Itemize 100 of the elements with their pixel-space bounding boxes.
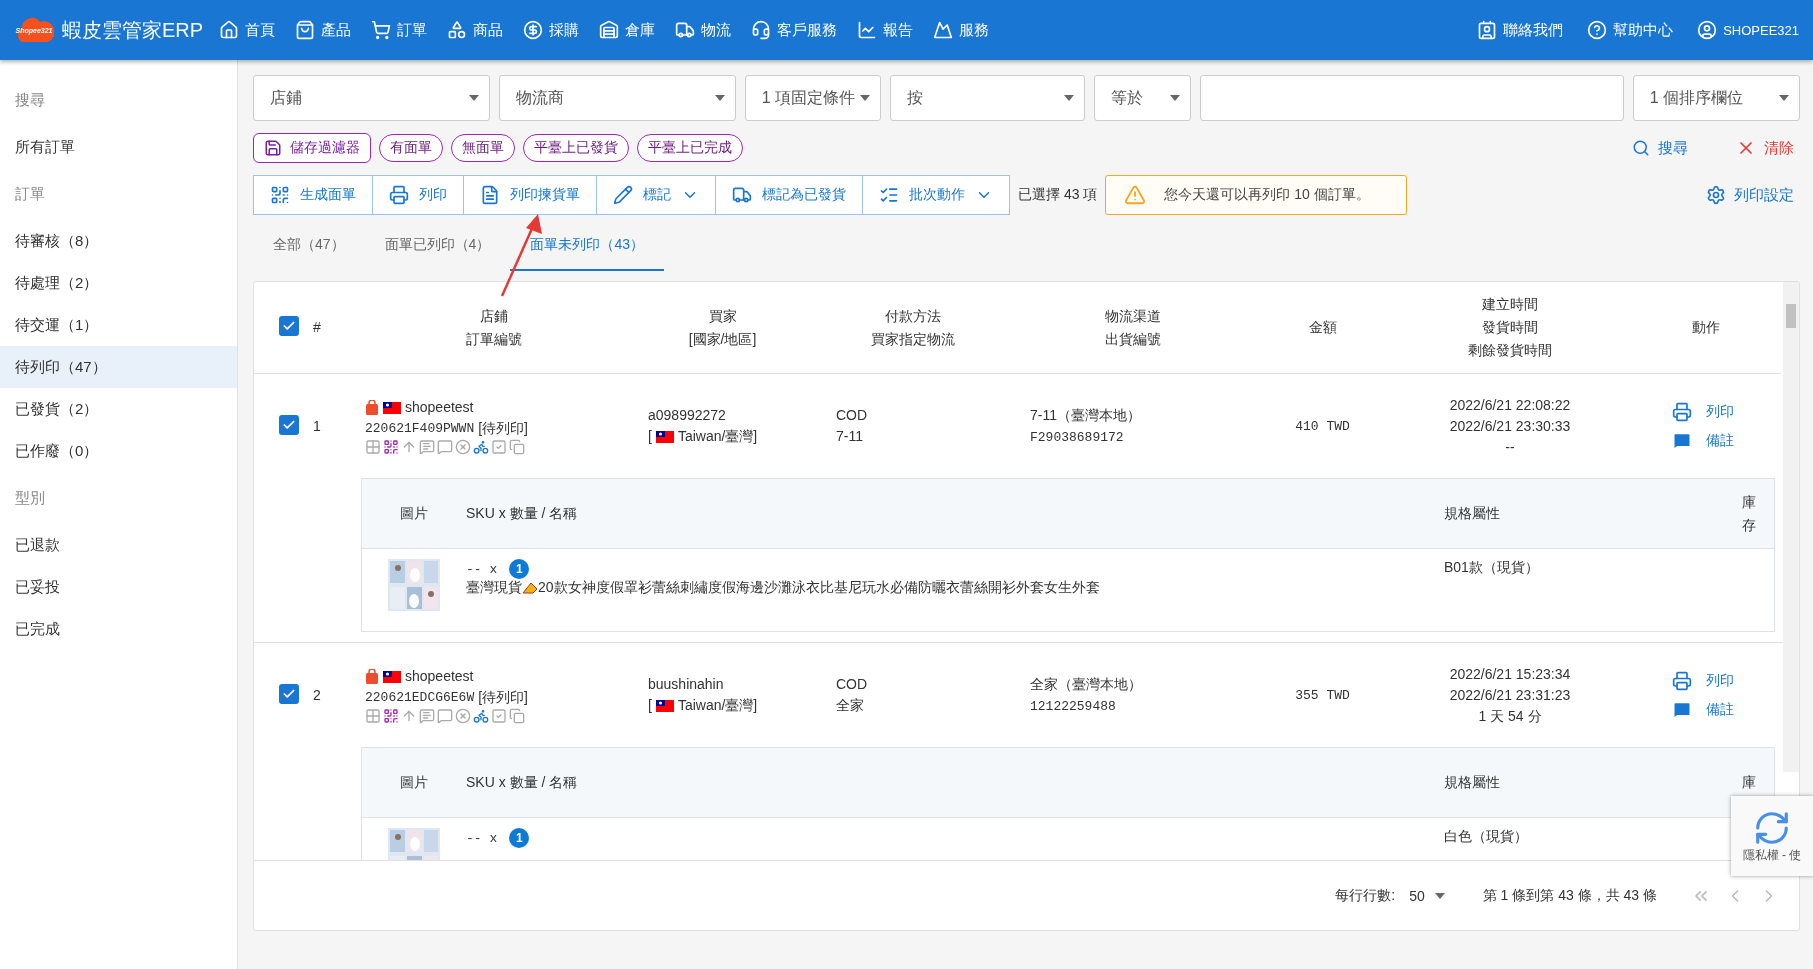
action-button[interactable]: 生成面單: [253, 175, 373, 215]
shipped-time: 2022/6/21 23:31:23: [1448, 685, 1572, 705]
nav-item[interactable]: 物流: [675, 20, 732, 40]
quantity-badge: 1: [509, 828, 530, 848]
filter-select[interactable]: 店鋪: [253, 75, 490, 121]
nav-item[interactable]: 產品: [295, 20, 352, 40]
nav-item[interactable]: 服務: [933, 20, 990, 40]
shipped-time: 2022/6/21 23:30:33: [1448, 416, 1572, 436]
filter-select[interactable]: 1 項固定條件: [744, 75, 881, 121]
print-link[interactable]: 列印: [1672, 670, 1781, 691]
filter-select[interactable]: 物流商: [498, 75, 736, 121]
copy-icon[interactable]: [509, 708, 525, 724]
sidebar-item[interactable]: 待交運（1）: [0, 304, 237, 346]
action-button[interactable]: 列印揀貨單: [463, 175, 597, 215]
nav-item[interactable]: 商品: [447, 20, 504, 40]
dollar-icon: [523, 20, 544, 40]
buyer-logistics: 全家: [836, 696, 865, 715]
select-all-checkbox[interactable]: [279, 315, 299, 336]
print-link[interactable]: 列印: [1672, 401, 1781, 422]
column-header: 規格屬性: [1444, 504, 1501, 523]
pencil-icon: [613, 185, 633, 205]
nav-item[interactable]: 訂單: [371, 20, 428, 40]
filter-select[interactable]: 等於: [1093, 75, 1192, 121]
nav-item[interactable]: 報告: [857, 20, 914, 40]
chart-icon: [857, 20, 878, 40]
row-checkbox[interactable]: [279, 414, 299, 435]
filter-select[interactable]: 按: [889, 75, 1085, 121]
scrollbar[interactable]: [1783, 282, 1799, 772]
sidebar-item[interactable]: 待列印（47）: [0, 346, 237, 388]
column-header: 付款方法: [883, 306, 942, 326]
remaining-time: 1 天 54 分: [1477, 706, 1543, 726]
caret-icon: [1063, 95, 1074, 101]
buyer-logistics: 7-11: [836, 427, 864, 446]
settings-icon: [1706, 185, 1726, 205]
nav-item[interactable]: SHOPEE321: [1697, 20, 1799, 40]
nav-item[interactable]: 幫助中心: [1587, 20, 1674, 40]
x-circle-icon[interactable]: [455, 439, 471, 455]
tab[interactable]: 面單已列印（4）: [364, 221, 511, 271]
sidebar-heading: 型別: [14, 487, 46, 508]
filter-input[interactable]: [1200, 75, 1624, 121]
contact-icon: [1477, 20, 1498, 40]
bike-icon[interactable]: [473, 439, 489, 455]
column-header: 買家: [707, 306, 738, 326]
nav-item[interactable]: 首頁: [219, 20, 276, 40]
nav-item[interactable]: 倉庫: [599, 20, 656, 40]
column-header: 動作: [1690, 318, 1721, 337]
qr-icon[interactable]: [383, 439, 399, 455]
label-tag-icon: [522, 581, 538, 595]
shop-name: shopeetest: [405, 398, 474, 417]
sidebar-item[interactable]: 已完成: [0, 608, 237, 650]
message-icon[interactable]: [419, 439, 435, 455]
print-settings-button[interactable]: 列印設定: [1700, 184, 1800, 206]
comment-icon[interactable]: [437, 439, 453, 455]
tab[interactable]: 全部（47）: [253, 221, 365, 271]
shop-bag-icon: [365, 668, 379, 685]
action-button[interactable]: 批次動作: [862, 175, 1010, 215]
shapes-icon: [447, 20, 468, 40]
note-link[interactable]: 備註: [1672, 699, 1781, 720]
check-square-icon[interactable]: [491, 708, 507, 724]
item-spec: 白色（現貨）: [1444, 828, 1529, 846]
sku-text: -- x: [466, 830, 498, 846]
sidebar-item[interactable]: 所有訂單: [0, 126, 237, 168]
sidebar-item[interactable]: 已妥投: [0, 566, 237, 608]
x-circle-icon[interactable]: [455, 708, 471, 724]
column-header: [國家/地區]: [687, 329, 758, 349]
qr-icon[interactable]: [383, 708, 399, 724]
comment-icon[interactable]: [437, 708, 453, 724]
check-square-icon[interactable]: [491, 439, 507, 455]
action-button[interactable]: 標記為已發貨: [715, 175, 863, 215]
action-button[interactable]: 列印: [372, 175, 464, 215]
nav-item[interactable]: 聯絡我們: [1477, 20, 1564, 40]
truck-icon: [732, 185, 752, 205]
filter-chip[interactable]: 平臺上已發貨: [523, 134, 629, 162]
row-number: 2: [313, 685, 322, 705]
sidebar-item[interactable]: 待審核（8）: [0, 220, 237, 262]
filter-select[interactable]: 1 個排序欄位: [1632, 75, 1800, 121]
filter-chip[interactable]: 平臺上已完成: [637, 134, 743, 162]
order-status: [待列印]: [478, 688, 528, 707]
bike-icon[interactable]: [473, 708, 489, 724]
sidebar-item[interactable]: 已作廢（0）: [0, 430, 237, 472]
copy-icon[interactable]: [509, 439, 525, 455]
column-header: 圖片: [399, 504, 429, 523]
nav-item[interactable]: 採購: [523, 20, 580, 40]
message-icon[interactable]: [419, 708, 435, 724]
save-icon: [264, 139, 282, 157]
nav-item[interactable]: 客戶服務: [751, 20, 838, 40]
filter-chip[interactable]: 有面單: [379, 134, 443, 162]
filter-chip[interactable]: 無面單: [451, 134, 515, 162]
sidebar-item[interactable]: 待處理（2）: [0, 262, 237, 304]
clear-button[interactable]: 清除: [1730, 137, 1800, 159]
search-button[interactable]: 搜尋: [1626, 137, 1694, 159]
row-checkbox[interactable]: [279, 683, 299, 704]
save-filter-button[interactable]: 儲存過濾器: [253, 133, 371, 163]
payment-method: COD: [836, 406, 869, 425]
sidebar-item[interactable]: 已發貨（2）: [0, 388, 237, 430]
note-link[interactable]: 備註: [1672, 430, 1781, 451]
sidebar-item[interactable]: 已退款: [0, 524, 237, 566]
rows-per-page-select[interactable]: 50: [1409, 887, 1445, 904]
column-header: 出貨編號: [1103, 329, 1162, 349]
action-button[interactable]: 標記: [596, 175, 716, 215]
